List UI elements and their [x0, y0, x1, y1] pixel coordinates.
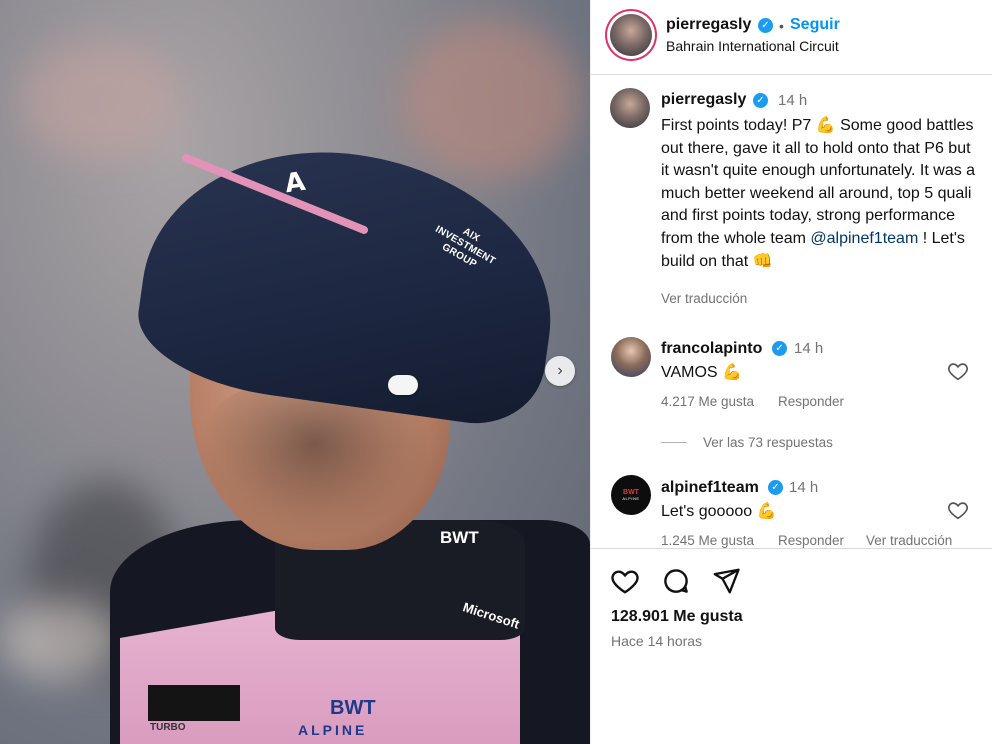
post-side-panel: pierregasly ✓ • Seguir Bahrain Internati…	[590, 0, 992, 744]
share-send-icon[interactable]	[711, 566, 741, 596]
commenter-avatar[interactable]	[611, 337, 651, 377]
commenter-avatar[interactable]: BWT ALPINE	[611, 475, 651, 515]
post-likes-count[interactable]: 128.901 Me gusta	[611, 608, 743, 626]
verified-badge-icon: ✓	[753, 93, 768, 108]
heart-icon[interactable]	[947, 360, 969, 382]
caption-text-part: First points today! P7	[661, 117, 816, 134]
post-actions: 128.901 Me gusta Hace 14 horas	[591, 548, 992, 744]
verified-badge-icon: ✓	[772, 341, 787, 356]
chest-sponsor-bwt: BWT	[330, 697, 376, 719]
comment-time[interactable]: 14 h	[789, 479, 818, 496]
background-blur	[0, 600, 120, 680]
commenter-username[interactable]: francolapinto	[661, 340, 762, 358]
like-heart-icon[interactable]	[610, 566, 640, 596]
caption-text: First points today! P7 💪 Some good battl…	[661, 114, 981, 274]
reply-button[interactable]: Responder	[778, 533, 844, 548]
cap-logo: A	[283, 166, 308, 200]
comment-text: Let's gooooo 💪	[661, 503, 777, 520]
post-header: pierregasly ✓ • Seguir Bahrain Internati…	[591, 0, 992, 75]
view-replies-button[interactable]: Ver las 73 respuestas	[703, 435, 833, 450]
fist-bump-icon: 👊	[752, 251, 773, 270]
commenter-username[interactable]: alpinef1team	[661, 479, 759, 497]
comment-likes[interactable]: 4.217 Me gusta	[661, 394, 754, 409]
verified-badge-icon: ✓	[758, 18, 773, 33]
author-username[interactable]: pierregasly	[666, 16, 751, 34]
caption-text-part: Some good battles out there, gave it all…	[661, 117, 976, 247]
post-location[interactable]: Bahrain International Circuit	[666, 38, 839, 54]
race-suit-patch	[148, 685, 240, 721]
reply-button[interactable]: Responder	[778, 394, 844, 409]
post-timestamp[interactable]: Hace 14 horas	[611, 633, 702, 649]
chest-sponsor-alpine: ALPINE	[298, 722, 368, 738]
caption-translate-link[interactable]: Ver traducción	[661, 291, 747, 306]
replies-divider	[661, 442, 687, 443]
avatar-logo-text: ALPINE	[622, 496, 640, 501]
collar-sponsor: BWT	[440, 528, 479, 547]
comment-bubble-icon[interactable]	[661, 566, 691, 596]
earbud	[388, 375, 418, 395]
mention-link[interactable]: @alpinef1team	[810, 230, 918, 247]
flexed-biceps-icon: 💪	[815, 115, 836, 134]
author-avatar[interactable]	[610, 14, 652, 56]
comment-text: VAMOS 💪	[661, 364, 742, 381]
follow-button[interactable]: Seguir	[790, 16, 840, 34]
comment-time[interactable]: 14 h	[794, 340, 823, 357]
background-blur	[400, 20, 580, 180]
comment-translate-link[interactable]: Ver traducción	[866, 533, 952, 548]
background-blur	[20, 40, 180, 160]
caption-username[interactable]: pierregasly	[661, 91, 746, 109]
comment-likes[interactable]: 1.245 Me gusta	[661, 533, 754, 548]
verified-badge-icon: ✓	[768, 480, 783, 495]
separator-dot: •	[779, 18, 784, 34]
carousel-next-button[interactable]: ›	[545, 356, 575, 386]
heart-icon[interactable]	[947, 499, 969, 521]
caption-time[interactable]: 14 h	[778, 92, 807, 109]
avatar-logo-text: BWT	[623, 489, 639, 496]
caption-author-avatar[interactable]	[610, 88, 650, 128]
sleeve-sponsor: TURBO	[150, 722, 186, 733]
post-photo[interactable]: A AIX INVESTMENT GROUP BWT Microsoft BWT…	[0, 0, 590, 744]
